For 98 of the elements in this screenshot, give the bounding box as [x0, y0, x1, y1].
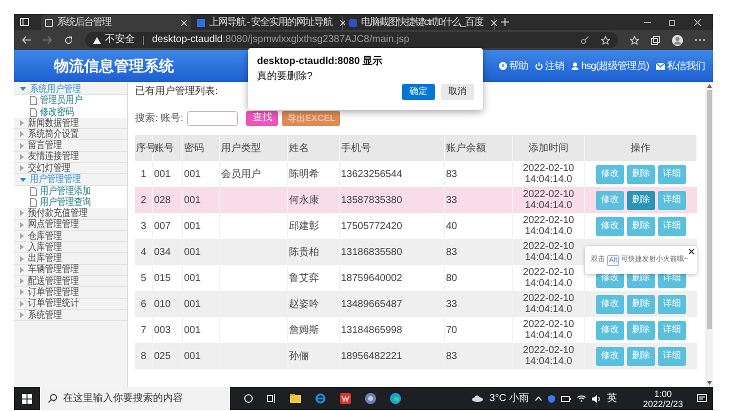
clock-date: 2022/2/23	[642, 398, 683, 408]
app-title: 物流信息管理系统	[54, 56, 174, 77]
table-cell-text: 5	[140, 272, 146, 286]
table-cell-text: 17505772420	[341, 220, 402, 234]
table-cell-text: 4	[140, 246, 146, 260]
table-cell-text: 13489665487	[341, 298, 402, 312]
table-cell-text: 003	[154, 324, 171, 338]
table-cell-text: 010	[154, 298, 171, 312]
header-link[interactable]: 注销	[535, 58, 564, 74]
table-cell-text: 18956482221	[341, 350, 402, 364]
table-cell-text: 70	[446, 324, 458, 338]
sidebar-item[interactable]: 仓库管理	[14, 230, 127, 242]
table-cell-text: 2	[140, 194, 146, 208]
table-cell-text: 詹姆斯	[289, 324, 319, 338]
sidebar-item[interactable]: 留言管理	[14, 140, 127, 152]
table-cell-text: 028	[154, 194, 171, 208]
table-cell-text: 001	[184, 324, 201, 338]
table-cell-text: 会员用户	[221, 168, 261, 182]
table-cell-text: 001	[184, 350, 201, 364]
header-link[interactable]: 私信我们	[656, 58, 705, 74]
table-cell-text: 015	[154, 272, 171, 286]
sidebar-item[interactable]: 新闻数据管理	[14, 118, 127, 130]
sidebar-item[interactable]: 订单管理管理	[14, 287, 127, 299]
table-cell-text: 025	[154, 350, 171, 364]
table-cell-text: 7	[140, 324, 146, 338]
header-link[interactable]: hsg(超级管理员)	[571, 58, 649, 74]
sidebar-item[interactable]: 订单管理统计	[14, 298, 127, 310]
table-cell-text: 2022-02-10 14:04:14.0	[522, 319, 576, 341]
table-cell-text: 007	[154, 220, 171, 234]
sidebar-item[interactable]: 系统管理	[14, 310, 127, 322]
table-cell-text: 2022-02-10 14:04:14.0	[522, 345, 576, 367]
sidebar-item[interactable]: 系统简介设置	[14, 129, 127, 140]
table-cell-text: 33	[446, 194, 458, 208]
ime-indicator[interactable]: 英	[606, 391, 617, 406]
table-cell-text: 6	[140, 298, 146, 312]
table-cell-text: 40	[446, 220, 458, 234]
search-label: 搜索: 账号:	[135, 112, 184, 126]
action-button[interactable]: 删除	[627, 190, 655, 210]
security-label: 不安全	[105, 34, 135, 46]
table-cell-text: 001	[184, 194, 201, 208]
table-cell-text: 陈明希	[289, 168, 319, 182]
table-cell-text: 8	[140, 350, 146, 364]
table-cell-text: 孙俪	[289, 350, 309, 364]
tab-title: 电脑截图快捷键ctrl加什么_百度	[361, 16, 483, 28]
table-cell-text: 83	[446, 168, 458, 182]
table-cell-text: 2022-02-10 14:04:14.0	[522, 163, 576, 185]
sidebar-item[interactable]: 预付款充值管理	[14, 208, 127, 220]
dialog-message: 真的要删除?	[257, 71, 314, 83]
table-cell-text: 001	[184, 298, 201, 312]
table-cell-text: 赵姿吟	[289, 298, 319, 312]
table-cell-text: 13587835380	[341, 194, 402, 208]
ok-button[interactable]: 确定	[402, 84, 435, 100]
table-cell-text: 2022-02-10 14:04:14.0	[522, 215, 576, 237]
sidebar-item[interactable]: 配送管理管理	[14, 276, 127, 288]
table-cell-text: 13623256544	[341, 168, 402, 182]
table-cell-text: 2022-02-10 14:04:14.0	[522, 189, 576, 211]
tab-title: 系统后台管理	[57, 16, 111, 28]
cancel-button[interactable]: 取消	[441, 84, 474, 100]
taskbar-search-field[interactable]: 在这里输入你要搜索的内容	[40, 387, 230, 410]
table-cell-text: 2022-02-10 14:04:14.0	[522, 293, 576, 315]
table-cell-text: 3	[140, 220, 146, 234]
sidebar-item[interactable]: 入库管理	[14, 242, 127, 254]
table-cell-text: 2022-02-10 14:04:14.0	[522, 241, 576, 263]
url-text: desktop-ctaudld:8080/jspmwlxxglxthsg2387AJC8/main.jsp	[152, 34, 410, 46]
sidebar-item[interactable]: 友情连接管理	[14, 152, 127, 164]
table-cell-text: 2022-02-10 14:04:14.0	[522, 267, 576, 289]
table-cell-text: 001	[154, 168, 171, 182]
browser-tab[interactable]: 系统后台管理	[41, 15, 191, 30]
table-cell-text: 83	[446, 350, 458, 364]
table-cell-text: 80	[446, 272, 458, 286]
table-cell-text: 13184865998	[341, 324, 402, 338]
table-cell-text: 18759640002	[341, 272, 402, 286]
table-cell-text: 001	[184, 246, 201, 260]
table-cell-text: 33	[446, 298, 458, 312]
table-cell-text: 鲁艾弈	[289, 272, 319, 286]
url-field[interactable]: 不安全 desktop-ctaudld:8080/jspmwlxxglxthsg2387AJC8/main.jsp	[85, 32, 618, 48]
table-cell-text: 001	[184, 220, 201, 234]
table-cell-text: 邱建彰	[289, 220, 319, 234]
table-cell-text: 83	[446, 246, 458, 260]
sidebar-item[interactable]: 交幻灯管理	[14, 163, 127, 174]
table-cell-text: 034	[154, 246, 171, 260]
browser-tab[interactable]: 电脑截图快捷键ctrl加什么_百度	[345, 15, 495, 30]
sidebar-item[interactable]: 车辆管理管理	[14, 264, 127, 276]
table-cell-text: 何永康	[289, 194, 319, 208]
table-cell-text: 001	[184, 272, 201, 286]
table-cell-text: 1	[140, 168, 146, 182]
tab-title: 上网导航 - 安全实用的网址导航	[209, 16, 332, 28]
sidebar-item[interactable]: 网点管理管理	[14, 220, 127, 231]
table-cell-text: 001	[184, 168, 201, 182]
weather-text: 3°C 小雨	[489, 392, 529, 406]
table-cell-text: 13186835580	[341, 246, 402, 260]
clock-time: 1:00	[654, 388, 672, 398]
dialog-title: desktop-ctaudld:8080 显示	[257, 56, 384, 68]
header-link[interactable]: 帮助	[499, 58, 528, 74]
sidebar-item[interactable]: 出库管理	[14, 253, 127, 265]
search-button[interactable]: 查找	[246, 110, 278, 126]
table-cell-text: 陈贵柏	[289, 246, 319, 260]
list-heading: 已有用户管理列表:	[135, 86, 218, 98]
